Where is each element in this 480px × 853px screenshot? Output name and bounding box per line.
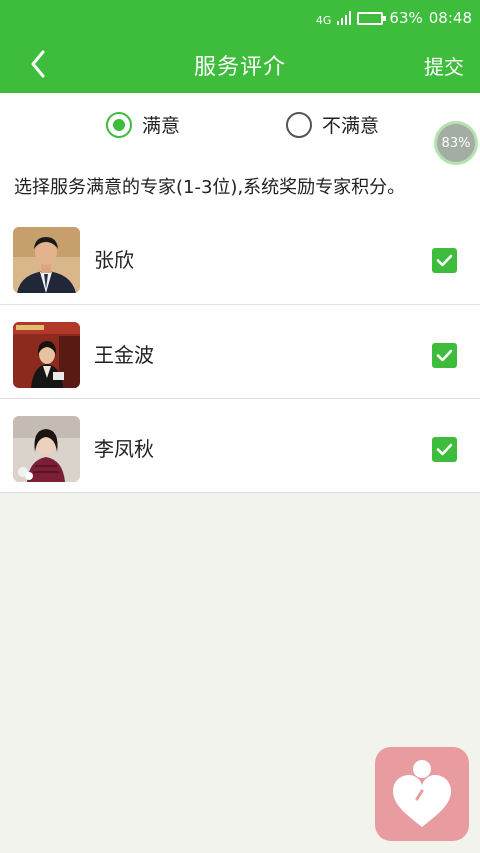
nav-bar: 服务评介 提交 (0, 36, 480, 93)
expert-avatar (13, 416, 80, 482)
radio-satisfied-label: 满意 (142, 115, 181, 137)
radio-unchecked-icon (286, 111, 312, 138)
rating-options: 满意 不满意 (0, 111, 480, 141)
instruction-text: 选择服务满意的专家(1-3位),系统奖励专家积分。 (14, 177, 406, 198)
floating-heart-button[interactable] (375, 747, 469, 841)
radio-unsatisfied-label: 不满意 (322, 115, 380, 137)
radio-satisfied[interactable]: 满意 (106, 111, 180, 138)
progress-badge[interactable]: 83% (434, 121, 478, 165)
expert-name: 张欣 (94, 248, 134, 272)
expert-avatar (13, 322, 80, 388)
check-icon (436, 254, 453, 267)
expert-checkbox[interactable] (432, 437, 457, 462)
signal-icon (337, 11, 352, 25)
status-bar: 4G 63% 08:48 (0, 0, 480, 36)
rating-panel: 满意 不满意 83% 选择服务满意的专家(1-3位),系统奖励专家积分。 张欣 (0, 93, 480, 493)
radio-unsatisfied[interactable]: 不满意 (286, 111, 379, 138)
battery-percent: 63% (389, 9, 423, 27)
battery-icon (357, 11, 387, 25)
status-bar-indicators: 4G 63% 08:48 (316, 9, 472, 27)
expert-checkbox[interactable] (432, 248, 457, 273)
expert-row[interactable]: 李凤秋 (0, 398, 480, 492)
expert-avatar (13, 227, 80, 293)
check-icon (436, 349, 453, 362)
expert-name: 李凤秋 (94, 437, 154, 461)
radio-checked-icon (106, 111, 132, 138)
submit-button[interactable]: 提交 (424, 51, 464, 80)
expert-checkbox[interactable] (432, 343, 457, 368)
expert-row[interactable]: 王金波 (0, 304, 480, 398)
heart-person-icon (393, 760, 451, 827)
page-title: 服务评介 (193, 55, 286, 80)
check-icon (436, 443, 453, 456)
expert-name: 王金波 (94, 343, 154, 367)
expert-row[interactable]: 张欣 (0, 210, 480, 304)
network-type: 4G (315, 13, 332, 27)
clock: 08:48 (428, 9, 472, 27)
